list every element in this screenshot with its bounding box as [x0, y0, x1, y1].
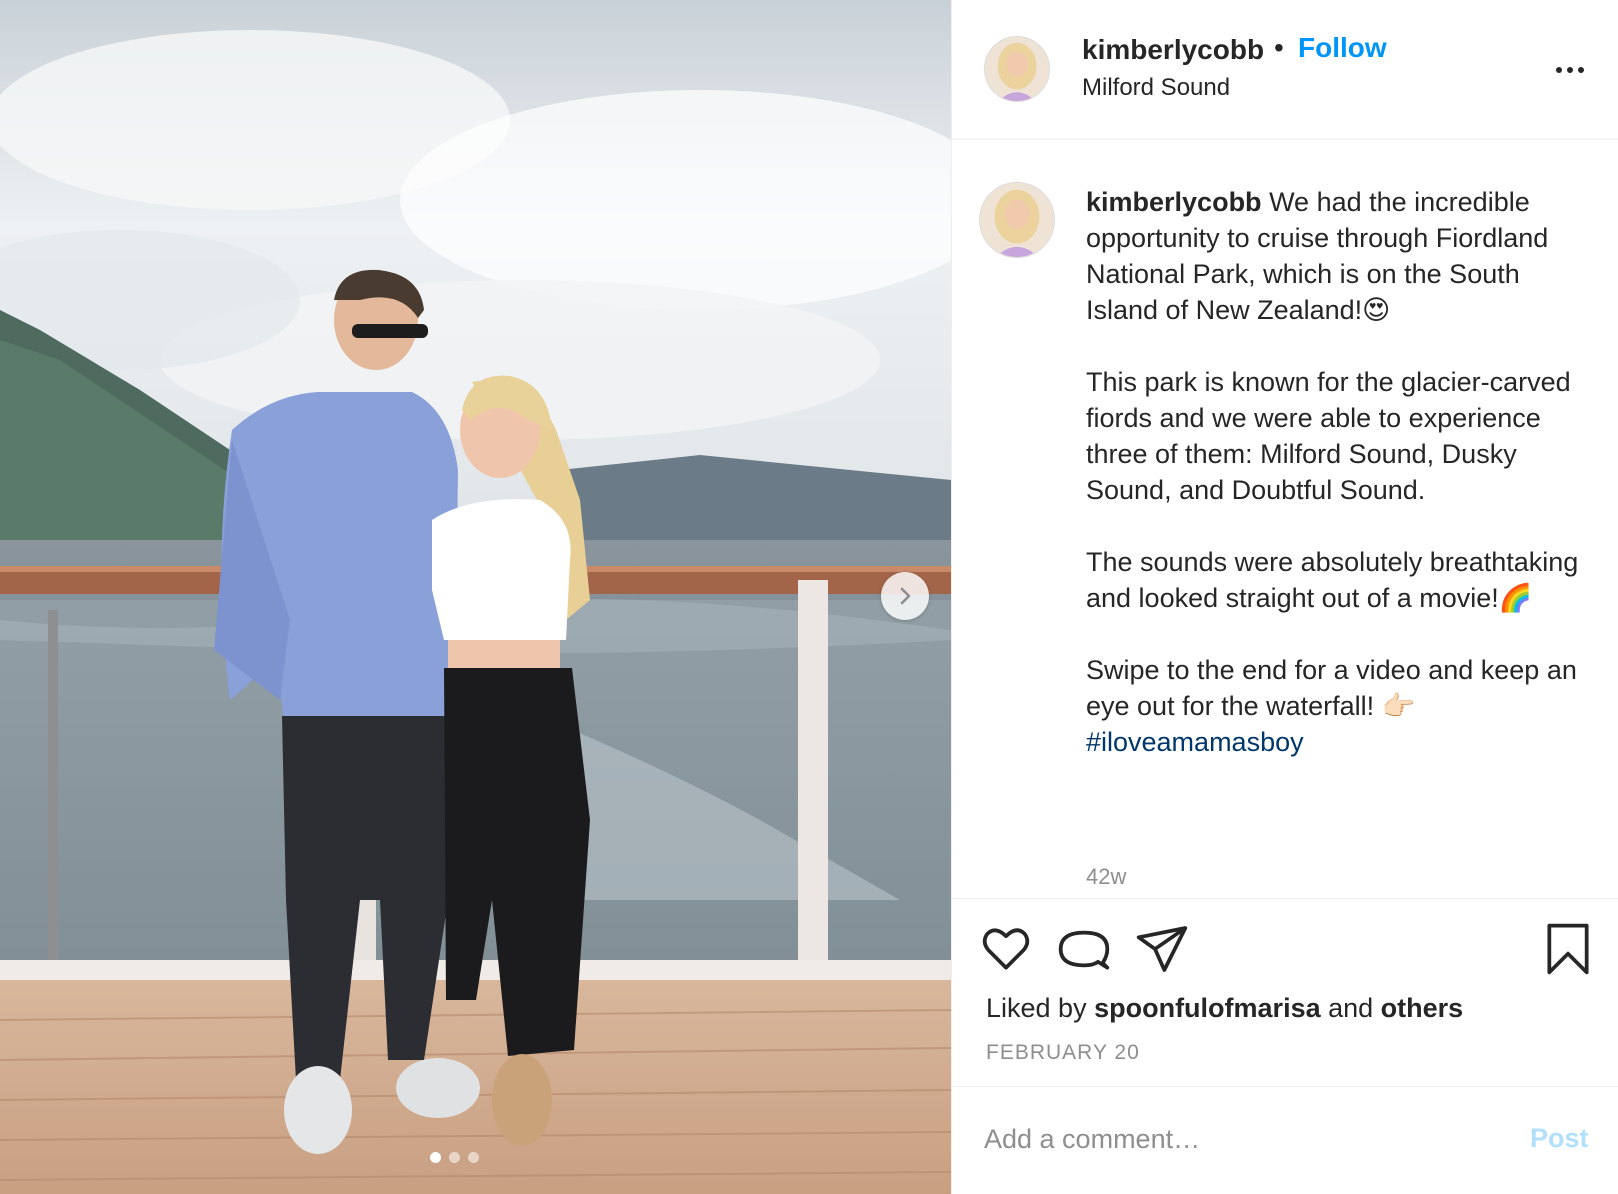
likes-summary: Liked by spoonfulofmarisa and others: [986, 993, 1464, 1023]
post-comment-button[interactable]: Post: [1530, 1123, 1589, 1154]
post-header: kimberlycobb • Follow Milford Sound: [952, 0, 1618, 140]
post-date[interactable]: FEBRUARY 20: [986, 1041, 1140, 1065]
avatar[interactable]: [984, 36, 1050, 102]
follow-button[interactable]: Follow: [1298, 32, 1387, 64]
caption-body: We had the incredible opportunity to cru…: [1086, 187, 1579, 721]
post-photo[interactable]: [0, 0, 951, 1194]
liked-by-user-link[interactable]: spoonfulofmarisa: [1094, 993, 1321, 1023]
avatar[interactable]: [979, 182, 1055, 258]
comment-icon[interactable]: [1056, 921, 1112, 977]
post-side-panel: kimberlycobb • Follow Milford Sound kimb…: [951, 0, 1618, 1194]
location-link[interactable]: Milford Sound: [1082, 74, 1230, 102]
comment-bar: Post: [952, 1086, 1618, 1194]
share-icon[interactable]: [1134, 921, 1190, 977]
post-actions: Liked by spoonfulofmarisa and others FEB…: [952, 898, 1618, 1086]
caption-timestamp[interactable]: 42w: [1086, 864, 1126, 890]
slide-dot: [449, 1152, 460, 1163]
separator-dot: •: [1274, 32, 1284, 63]
caption-username[interactable]: kimberlycobb: [1086, 187, 1262, 217]
heart-icon[interactable]: [978, 921, 1034, 977]
profile-photo: [985, 37, 1049, 101]
more-options-icon[interactable]: [1556, 58, 1592, 82]
profile-photo: [980, 183, 1054, 257]
photo-scene: [0, 0, 951, 1194]
next-slide-button[interactable]: [881, 572, 929, 620]
hashtag-link[interactable]: #iloveamamasboy: [1086, 727, 1304, 757]
slide-indicator: [430, 1152, 479, 1163]
caption-section: kimberlycobb We had the incredible oppor…: [952, 140, 1618, 898]
slide-dot: [430, 1152, 441, 1163]
username-link[interactable]: kimberlycobb: [1082, 34, 1264, 66]
chevron-right-icon: [900, 587, 911, 605]
liked-by-others-link[interactable]: others: [1381, 993, 1464, 1023]
slide-dot: [468, 1152, 479, 1163]
bookmark-icon[interactable]: [1540, 921, 1596, 977]
caption-text: kimberlycobb We had the incredible oppor…: [1086, 184, 1596, 760]
comment-input[interactable]: [984, 1115, 1484, 1163]
